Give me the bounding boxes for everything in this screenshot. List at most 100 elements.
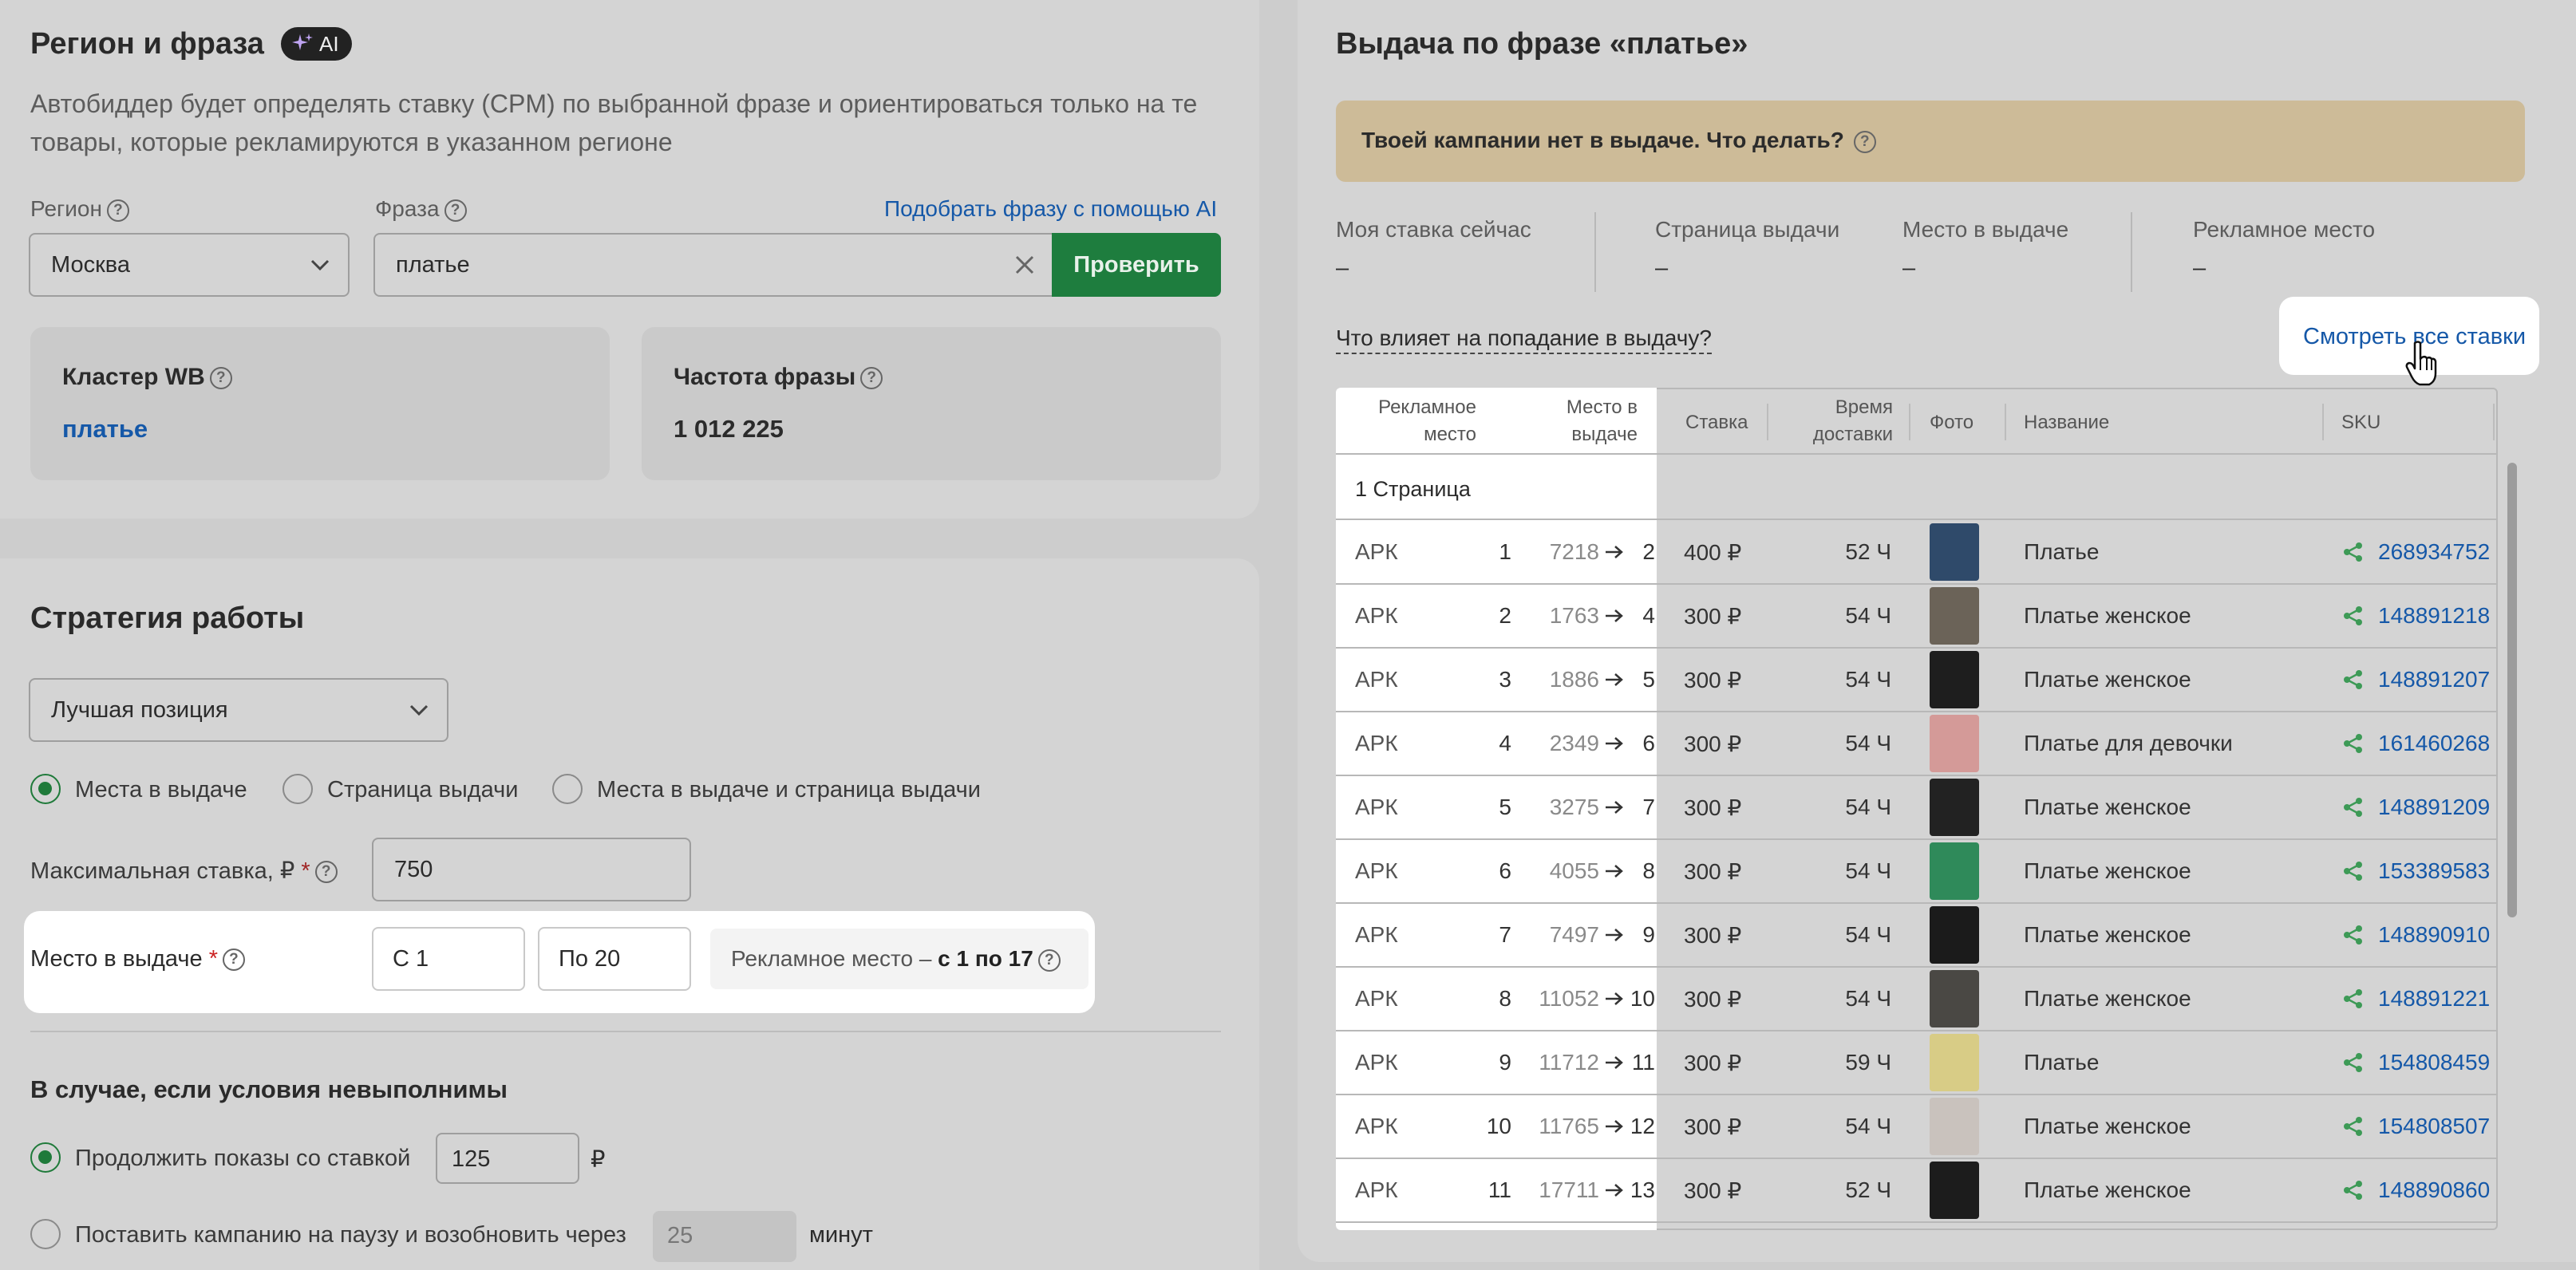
row-sku-link[interactable]: 154808459 <box>2343 1031 2495 1094</box>
row-sku[interactable]: 148891221 <box>2378 986 2490 1012</box>
region-select[interactable]: Москва <box>29 233 350 297</box>
radio-page-label[interactable]: Страница выдачи <box>327 777 518 803</box>
share-icon[interactable] <box>2343 1116 2364 1137</box>
row-type: АРК <box>1355 1177 1398 1202</box>
help-icon[interactable]: ? <box>222 949 245 972</box>
table-row[interactable]: АРК 2 1763 4 300 ₽ 54 Ч Платье женское 14889121… <box>1336 584 2498 648</box>
place-to-input[interactable]: По 20 <box>538 927 691 991</box>
help-icon[interactable]: ? <box>860 367 883 390</box>
product-photo[interactable] <box>1930 651 1979 708</box>
row-sku-link[interactable]: 154808507 <box>2343 1094 2495 1158</box>
help-icon[interactable]: ? <box>1853 130 1876 153</box>
radio-page[interactable] <box>282 774 313 804</box>
product-photo[interactable] <box>1930 970 1979 1027</box>
radio-places-label[interactable]: Места в выдаче <box>75 777 247 803</box>
help-icon[interactable]: ? <box>1037 949 1061 972</box>
row-sku-link[interactable]: 148891221 <box>2343 967 2495 1031</box>
row-name: Платье <box>2024 1050 2100 1075</box>
row-sku-link[interactable]: 153389583 <box>2343 839 2495 903</box>
table-row[interactable]: АРК 3 1886 5 300 ₽ 54 Ч Платье женское 14889120… <box>1336 648 2498 712</box>
place-label: Место в выдаче *? <box>30 946 245 972</box>
continue-label[interactable]: Продолжить показы со ставкой <box>75 1146 410 1172</box>
radio-places-and-page[interactable] <box>552 774 583 804</box>
share-icon[interactable] <box>2343 1052 2364 1073</box>
clear-icon[interactable] <box>1012 252 1037 278</box>
table-scrollbar[interactable] <box>2507 463 2517 917</box>
place-from-input[interactable]: С 1 <box>372 927 525 991</box>
share-icon[interactable] <box>2343 988 2364 1009</box>
row-sku-link[interactable]: 148891209 <box>2343 775 2495 839</box>
product-photo[interactable] <box>1930 1034 1979 1091</box>
row-sku-link[interactable]: 148890860 <box>2343 1158 2495 1222</box>
product-photo[interactable] <box>1930 1098 1979 1155</box>
row-sku[interactable]: 154808459 <box>2378 1050 2490 1075</box>
help-icon[interactable]: ? <box>314 861 338 884</box>
strategy-select[interactable]: Лучшая позиция <box>29 678 448 742</box>
row-place-from: 11765 <box>1539 1114 1599 1138</box>
table-row[interactable]: АРК 11 17711 13 300 ₽ 52 Ч Платье женское 14889… <box>1336 1158 2498 1222</box>
row-sku[interactable]: 148891207 <box>2378 667 2490 692</box>
row-sku[interactable]: 148890860 <box>2378 1177 2490 1203</box>
row-place-from: 17711 <box>1539 1177 1599 1202</box>
table-row[interactable]: АРК 6 4055 8 300 ₽ 54 Ч Платье женское 15338958… <box>1336 839 2498 903</box>
product-photo[interactable] <box>1930 587 1979 645</box>
check-button[interactable]: Проверить <box>1052 233 1221 297</box>
help-icon[interactable]: ? <box>106 199 129 222</box>
continue-bid-input[interactable]: 125 <box>436 1133 579 1184</box>
table-row[interactable]: АРК 4 2349 6 300 ₽ 54 Ч Платье для девочки 1614… <box>1336 712 2498 775</box>
table-row[interactable]: АРК 9 11712 11 300 ₽ 59 Ч Платье 154808459 <box>1336 1031 2498 1094</box>
row-sku-link[interactable]: 268934752 <box>2343 520 2495 584</box>
max-bid-input[interactable]: 750 <box>372 838 691 901</box>
row-sku-link[interactable]: 161460268 <box>2343 712 2495 775</box>
product-photo[interactable] <box>1930 906 1979 964</box>
table-row[interactable]: АРК 1 7218 2 400 ₽ 52 Ч Платье 268934752 <box>1336 520 2498 584</box>
row-sku[interactable]: 153389583 <box>2378 858 2490 884</box>
table-row[interactable]: АРК 10 11765 12 300 ₽ 54 Ч Платье женское 15480… <box>1336 1094 2498 1158</box>
help-icon[interactable]: ? <box>444 199 467 222</box>
radio-pause[interactable] <box>30 1219 61 1249</box>
row-sku[interactable]: 154808507 <box>2378 1114 2490 1139</box>
row-sku[interactable]: 148891209 <box>2378 795 2490 820</box>
share-icon[interactable] <box>2343 733 2364 754</box>
table-row[interactable]: АРК 7 7497 9 300 ₽ 54 Ч Платье женское 14889091… <box>1336 903 2498 967</box>
ai-phrase-link[interactable]: Подобрать фразу с помощью AI <box>884 196 1217 222</box>
share-icon[interactable] <box>2343 542 2364 562</box>
table-row[interactable]: АРК 5 3275 7 300 ₽ 54 Ч Платье женское 14889120… <box>1336 775 2498 839</box>
row-place-from: 4055 <box>1549 858 1599 883</box>
table-row[interactable]: АРК 8 11052 10 300 ₽ 54 Ч Платье женское 148891… <box>1336 967 2498 1031</box>
phrase-input[interactable]: платье <box>373 233 1053 297</box>
pause-label[interactable]: Поставить кампанию на паузу и возобновит… <box>75 1222 626 1248</box>
share-icon[interactable] <box>2343 797 2364 818</box>
influence-link[interactable]: Что влияет на попадание в выдачу? <box>1336 325 1712 354</box>
row-sku[interactable]: 148890910 <box>2378 922 2490 948</box>
pause-minutes-input[interactable]: 25 <box>653 1211 796 1262</box>
row-sku[interactable]: 148891218 <box>2378 603 2490 629</box>
product-photo[interactable] <box>1930 1162 1979 1219</box>
cluster-value-link[interactable]: платье <box>62 415 148 444</box>
row-sku[interactable]: 161460268 <box>2378 731 2490 756</box>
max-bid-value: 750 <box>394 857 433 882</box>
radio-continue[interactable] <box>30 1142 61 1173</box>
share-icon[interactable] <box>2343 669 2364 690</box>
radio-places-and-page-label[interactable]: Места в выдаче и страница выдачи <box>597 777 981 803</box>
row-place-from: 2349 <box>1549 731 1599 755</box>
product-photo[interactable] <box>1930 842 1979 900</box>
row-sku[interactable]: 268934752 <box>2378 539 2490 565</box>
stat-page-value: – <box>1655 255 1669 281</box>
product-photo[interactable] <box>1930 715 1979 772</box>
col-place-line2: выдаче <box>1571 424 1638 445</box>
share-icon[interactable] <box>2343 925 2364 945</box>
product-photo[interactable] <box>1930 779 1979 836</box>
radio-places[interactable] <box>30 774 61 804</box>
product-photo[interactable] <box>1930 523 1979 581</box>
row-sku-link[interactable]: 148891207 <box>2343 648 2495 712</box>
share-icon[interactable] <box>2343 861 2364 882</box>
alert-text: Твоей кампании нет в выдаче. Что делать?… <box>1361 128 1876 153</box>
share-icon[interactable] <box>2343 1180 2364 1201</box>
row-sku-link[interactable]: 148891218 <box>2343 584 2495 648</box>
help-icon[interactable]: ? <box>209 367 232 390</box>
continue-bid-value: 125 <box>452 1146 491 1172</box>
row-sku-link[interactable]: 148890910 <box>2343 903 2495 967</box>
row-place-from: 3275 <box>1549 795 1599 819</box>
share-icon[interactable] <box>2343 605 2364 626</box>
